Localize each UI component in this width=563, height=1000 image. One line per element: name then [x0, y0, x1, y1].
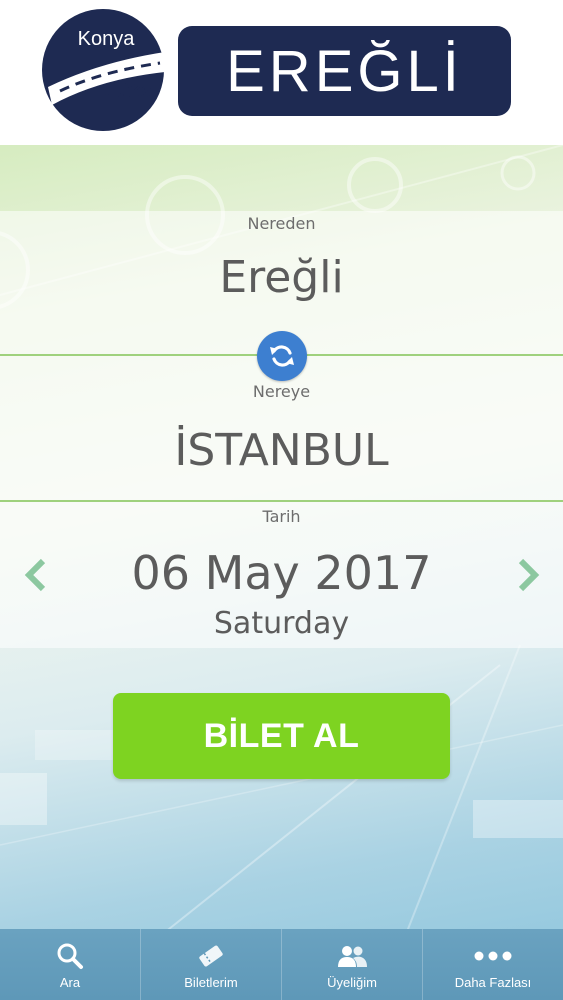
- search-icon: [57, 943, 83, 969]
- eregli-wordmark: EREĞLİ: [178, 26, 511, 116]
- buy-ticket-button[interactable]: BİLET AL: [113, 693, 450, 779]
- from-value[interactable]: Ereğli: [0, 252, 563, 303]
- date-value[interactable]: 06 May 2017: [0, 546, 563, 600]
- ticket-icon: [199, 945, 223, 967]
- app-header: Konya Lüks EREĞLİ: [0, 0, 563, 145]
- tab-more[interactable]: Daha Fazlası: [423, 929, 563, 1000]
- konya-luks-logo: Konya Lüks: [42, 9, 165, 131]
- tab-tickets[interactable]: Biletlerim: [141, 929, 282, 1000]
- chevron-left-icon: [24, 558, 46, 592]
- tab-label: Ara: [59, 975, 81, 990]
- tab-label: Üyeliğim: [327, 975, 377, 990]
- weekday-value: Saturday: [213, 606, 350, 641]
- tab-membership[interactable]: Üyeliğim: [282, 929, 423, 1000]
- prev-date-button[interactable]: [16, 555, 56, 595]
- to-value[interactable]: İSTANBUL: [0, 425, 563, 476]
- wordmark-text: EREĞLİ: [226, 38, 463, 104]
- next-date-button[interactable]: [508, 555, 548, 595]
- tab-label: Biletlerim: [184, 975, 238, 990]
- logo-bottom-text: Lüks: [105, 80, 152, 102]
- swap-button[interactable]: [257, 331, 307, 381]
- date-label: Tarih: [262, 507, 301, 526]
- logo-top-text: Konya: [78, 28, 136, 50]
- tab-label: Daha Fazlası: [454, 975, 532, 990]
- to-label: Nereye: [252, 382, 311, 401]
- chevron-right-icon: [518, 558, 540, 592]
- tab-search[interactable]: Ara: [0, 929, 141, 1000]
- more-dots-icon: [474, 951, 512, 961]
- from-label: Nereden: [247, 214, 316, 233]
- bottom-tab-bar: Ara Biletlerim Üyeliğim Daha Fazlası: [0, 929, 563, 1000]
- users-icon: [338, 946, 367, 967]
- swap-refresh-icon: [270, 345, 294, 367]
